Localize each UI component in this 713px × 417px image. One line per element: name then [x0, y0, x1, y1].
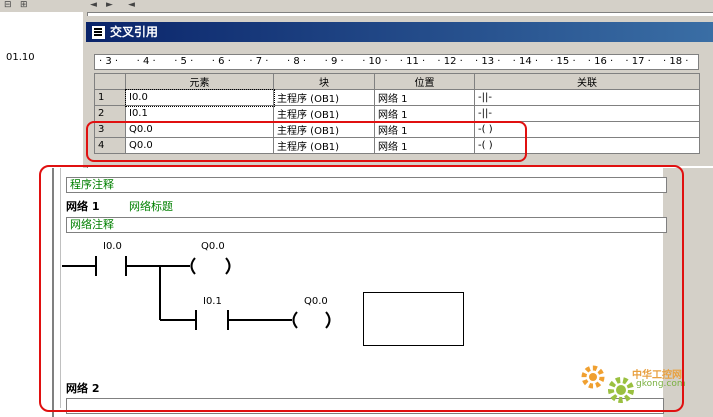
- highlight-box-editor: [39, 165, 684, 412]
- highlight-box-q00-rows: [86, 121, 527, 162]
